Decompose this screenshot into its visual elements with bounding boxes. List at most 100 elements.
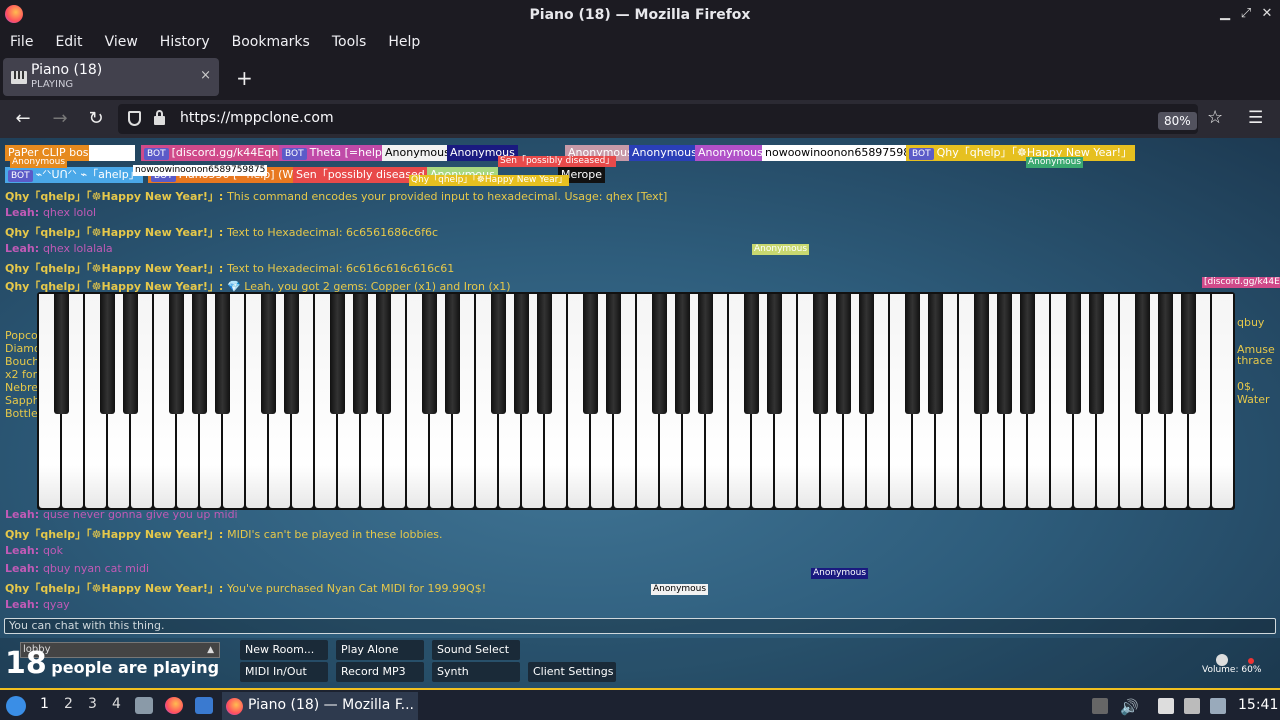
synth-button[interactable]: Synth bbox=[432, 662, 520, 682]
black-key[interactable] bbox=[997, 294, 1012, 414]
lock-icon[interactable] bbox=[154, 110, 165, 125]
play-alone-button[interactable]: Play Alone bbox=[336, 640, 424, 660]
forward-icon[interactable]: → bbox=[49, 108, 71, 129]
close-window-icon[interactable]: ✕ bbox=[1258, 6, 1276, 21]
workspace-3[interactable]: 3 bbox=[88, 696, 97, 712]
menu-help[interactable]: Help bbox=[388, 34, 420, 50]
workspace-4[interactable]: 4 bbox=[112, 696, 121, 712]
black-key[interactable] bbox=[836, 294, 851, 414]
black-key[interactable] bbox=[445, 294, 460, 414]
black-key[interactable] bbox=[606, 294, 621, 414]
black-key[interactable] bbox=[744, 294, 759, 414]
participant-tag[interactable]: Anonymous bbox=[629, 145, 700, 161]
black-key[interactable] bbox=[1181, 294, 1196, 414]
participant-tag[interactable]: BOT [discord.gg/k44Eqha] bbox=[141, 145, 293, 161]
participant-tag[interactable]: Anonymous bbox=[695, 145, 766, 161]
black-key[interactable] bbox=[928, 294, 943, 414]
player-count-label: people are playing bbox=[51, 658, 220, 677]
participant-tag[interactable] bbox=[89, 145, 135, 161]
terminal-icon[interactable] bbox=[195, 697, 213, 714]
midi-in-out-button[interactable]: MIDI In/Out bbox=[240, 662, 328, 682]
piano-keyboard[interactable] bbox=[37, 292, 1235, 510]
black-key[interactable] bbox=[1135, 294, 1150, 414]
black-key[interactable] bbox=[974, 294, 989, 414]
file-manager-icon[interactable] bbox=[135, 697, 153, 714]
menu-bookmarks[interactable]: Bookmarks bbox=[232, 34, 310, 50]
black-key[interactable] bbox=[905, 294, 920, 414]
chat-text: Text to Hexadecimal: 6c6561686c6f6c bbox=[227, 226, 439, 239]
reload-icon[interactable]: ↻ bbox=[85, 108, 107, 129]
new-room-button[interactable]: New Room... bbox=[240, 640, 328, 660]
tray-up-icon[interactable] bbox=[1092, 698, 1108, 714]
sound-select-button[interactable]: Sound Select bbox=[432, 640, 520, 660]
menu-history[interactable]: History bbox=[160, 34, 210, 50]
workspace-1[interactable]: 1 bbox=[40, 696, 49, 712]
black-key[interactable] bbox=[284, 294, 299, 414]
workspace-2[interactable]: 2 bbox=[64, 696, 73, 712]
black-key[interactable] bbox=[376, 294, 391, 414]
participant-tag[interactable]: nowoowinoonon6589759875 bbox=[762, 145, 928, 161]
black-key[interactable] bbox=[330, 294, 345, 414]
new-tab-button[interactable]: + bbox=[236, 66, 253, 90]
black-key[interactable] bbox=[859, 294, 874, 414]
black-key[interactable] bbox=[537, 294, 552, 414]
nav-bar: ← → ↻ https://mppclone.com 80% ☆ ☰ bbox=[0, 100, 1280, 138]
client-settings-button[interactable]: Client Settings bbox=[528, 662, 616, 682]
start-menu-icon[interactable] bbox=[6, 696, 26, 716]
network-icon[interactable] bbox=[1210, 698, 1226, 714]
clipboard-icon[interactable] bbox=[1158, 698, 1174, 714]
black-key[interactable] bbox=[491, 294, 506, 414]
black-key[interactable] bbox=[1020, 294, 1035, 414]
tab-piano[interactable]: Piano (18) PLAYING × bbox=[3, 58, 219, 96]
black-key[interactable] bbox=[514, 294, 529, 414]
zoom-level[interactable]: 80% bbox=[1158, 112, 1197, 130]
black-key[interactable] bbox=[100, 294, 115, 414]
black-key[interactable] bbox=[767, 294, 782, 414]
firefox-launcher-icon[interactable] bbox=[165, 697, 183, 714]
participant-name: Anonymous bbox=[385, 146, 450, 159]
black-key[interactable] bbox=[652, 294, 667, 414]
chat-input[interactable]: You can chat with this thing. bbox=[4, 618, 1276, 634]
menu-edit[interactable]: Edit bbox=[55, 34, 82, 50]
black-key[interactable] bbox=[813, 294, 828, 414]
participant-tag[interactable]: Anonymous bbox=[382, 145, 453, 161]
menu-tools[interactable]: Tools bbox=[332, 34, 367, 50]
black-key[interactable] bbox=[54, 294, 69, 414]
black-key[interactable] bbox=[353, 294, 368, 414]
black-key[interactable] bbox=[698, 294, 713, 414]
menu-view[interactable]: View bbox=[105, 34, 138, 50]
clock: 15:41 bbox=[1238, 697, 1279, 713]
black-key[interactable] bbox=[1089, 294, 1104, 414]
shield-icon[interactable] bbox=[128, 111, 141, 126]
black-key[interactable] bbox=[422, 294, 437, 414]
url-bar[interactable]: https://mppclone.com 80% bbox=[118, 104, 1198, 134]
black-key[interactable] bbox=[261, 294, 276, 414]
participant-tag[interactable]: BOT Theta [=help] bbox=[279, 145, 390, 161]
black-key[interactable] bbox=[675, 294, 690, 414]
url-text[interactable]: https://mppclone.com bbox=[180, 110, 334, 126]
black-key[interactable] bbox=[215, 294, 230, 414]
participant-tag[interactable]: BOT Qhy「qhelp」「☸Happy New Year!」 bbox=[906, 145, 1136, 161]
back-icon[interactable]: ← bbox=[12, 108, 34, 129]
bot-badge: BOT bbox=[282, 148, 307, 160]
white-key[interactable] bbox=[1212, 294, 1233, 508]
display-icon[interactable] bbox=[1184, 698, 1200, 714]
taskbar-firefox-task[interactable]: Piano (18) — Mozilla F... bbox=[222, 692, 418, 720]
black-key[interactable] bbox=[1066, 294, 1081, 414]
black-key[interactable] bbox=[123, 294, 138, 414]
black-key[interactable] bbox=[169, 294, 184, 414]
cursor-name-tag: Qhy「qhelp」「☸Happy New Year」 bbox=[409, 175, 570, 186]
menu-file[interactable]: File bbox=[10, 34, 33, 50]
bookmark-star-icon[interactable]: ☆ bbox=[1207, 107, 1223, 128]
minimize-icon[interactable]: ▁ bbox=[1216, 6, 1234, 21]
volume-icon[interactable]: 🔊 bbox=[1120, 698, 1139, 716]
participant-tag[interactable]: BOT ⌁ᐟᐠᑌᑎᐟᐠ ⌁「aheIp」 bbox=[5, 167, 143, 183]
chat-message: Leah: qok bbox=[5, 544, 63, 557]
tab-close-icon[interactable]: × bbox=[200, 68, 211, 83]
black-key[interactable] bbox=[192, 294, 207, 414]
black-key[interactable] bbox=[583, 294, 598, 414]
record-mp3-button[interactable]: Record MP3 bbox=[336, 662, 424, 682]
maximize-icon[interactable]: ⤢ bbox=[1237, 6, 1255, 21]
app-menu-icon[interactable]: ☰ bbox=[1248, 108, 1263, 128]
black-key[interactable] bbox=[1158, 294, 1173, 414]
